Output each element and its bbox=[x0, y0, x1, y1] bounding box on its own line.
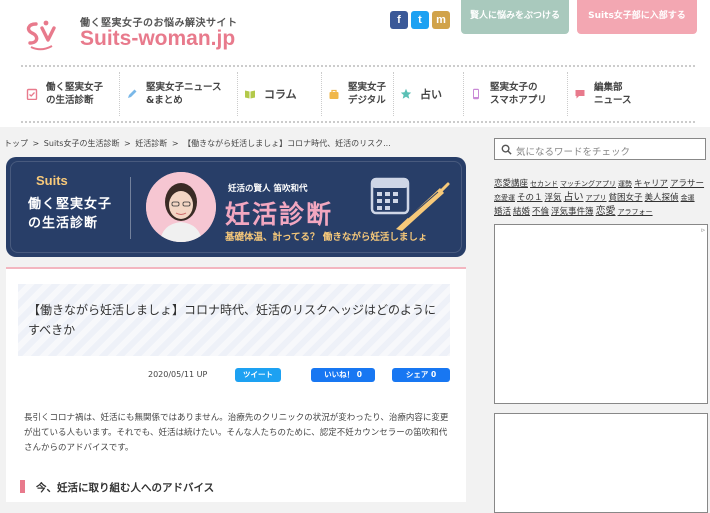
mixi-icon[interactable]: m bbox=[432, 11, 450, 29]
pencil-icon bbox=[128, 89, 137, 98]
facebook-like-button[interactable]: いいね！ 0 bbox=[311, 368, 375, 382]
tag-link[interactable]: 恋愛運 bbox=[494, 194, 515, 202]
series-banner[interactable]: Suits 働く堅実女子 の生活診断 妊活の賢人 笛吹和代 妊活診断 基礎体温、… bbox=[6, 157, 466, 257]
consult-sage-button[interactable]: 賢人に悩みをぶつける bbox=[461, 0, 569, 34]
nav-label: 編集部 ニュース bbox=[594, 82, 632, 106]
nav-label: 堅実女子 デジタル bbox=[348, 82, 387, 106]
publish-date: 2020/05/11 UP bbox=[148, 370, 208, 379]
nav-label: 占い bbox=[420, 87, 442, 101]
tag-link[interactable]: 恋愛 bbox=[596, 206, 616, 217]
tag-link[interactable]: 金運 bbox=[681, 194, 695, 202]
section-heading-text: 今、妊活に取り組む人へのアドバイス bbox=[36, 482, 215, 494]
nav-item-digital[interactable]: 堅実女子 デジタル bbox=[322, 72, 394, 116]
banner-suits-logo: Suits bbox=[36, 173, 68, 188]
nav-item-fortune[interactable]: 占い bbox=[394, 72, 464, 116]
tag-link[interactable]: 運勢 bbox=[618, 180, 632, 188]
logo-mark-icon bbox=[26, 20, 56, 51]
search-placeholder: 気になるワードをチェック bbox=[516, 147, 631, 158]
article-meta: 2020/05/11 UP ツイート いいね！ 0 シェア 0 bbox=[18, 368, 450, 382]
calendar-thermometer-icon bbox=[370, 177, 450, 231]
join-club-button[interactable]: Suits女子部に入部する bbox=[577, 0, 697, 34]
tag-link[interactable]: その１ bbox=[517, 193, 543, 203]
main-nav: 働く堅実女子 の生活診断 堅実女子ニュース &まとめ コラム 堅実女子 デジタル… bbox=[20, 72, 695, 116]
twitter-icon[interactable]: t bbox=[411, 11, 429, 29]
article-card: 【働きながら妊活しましょ】コロナ時代、妊活のリスクヘッジはどのようにすべきか 2… bbox=[6, 267, 466, 502]
article-lead: 長引くコロナ禍は、妊活にも無関係ではありません。治療先のクリニックの状況が変わっ… bbox=[24, 413, 449, 453]
site-brand: Suits-woman.jp bbox=[80, 27, 235, 51]
tag-link[interactable]: 恋愛講座 bbox=[494, 179, 528, 189]
tag-link[interactable]: 浮気事件簿 bbox=[551, 207, 594, 217]
brand-suits: Suits bbox=[80, 27, 132, 50]
tag-link[interactable]: セカンド bbox=[530, 180, 558, 188]
banner-series-title: 働く堅実女子 の生活診断 bbox=[28, 197, 113, 231]
nav-item-column[interactable]: コラム bbox=[238, 72, 322, 116]
tag-link[interactable]: 占い bbox=[564, 192, 584, 203]
divider-dots bbox=[20, 64, 695, 68]
tag-link[interactable]: 不倫 bbox=[532, 207, 549, 217]
phone-icon bbox=[473, 88, 479, 100]
site-header: 働く堅実女子のお悩み解決サイト Suits-woman.jp f t m 賢人に… bbox=[0, 0, 710, 127]
book-icon bbox=[245, 90, 255, 99]
star-icon bbox=[400, 88, 412, 99]
ad-slot-secondary[interactable] bbox=[494, 413, 708, 513]
tag-link[interactable]: アラサー bbox=[670, 179, 704, 189]
tag-link[interactable]: キャリア bbox=[634, 179, 668, 189]
social-links: f t m bbox=[390, 11, 450, 29]
nav-item-life-diagnosis[interactable]: 働く堅実女子 の生活診断 bbox=[20, 72, 120, 116]
tag-link[interactable]: アラフォー bbox=[618, 208, 653, 216]
sidebar: 気になるワードをチェック 恋愛講座 セカンド マッチングアプリ 運勢 キャリア アラサー恋… bbox=[484, 127, 710, 513]
tag-link[interactable]: 美人探偵 bbox=[645, 193, 679, 203]
banner-divider bbox=[130, 177, 131, 239]
heading-accent-bar bbox=[20, 480, 25, 493]
tag-link[interactable]: 浮気 bbox=[545, 193, 562, 203]
facebook-icon[interactable]: f bbox=[390, 11, 408, 29]
tag-link[interactable]: 貧困女子 bbox=[609, 193, 643, 203]
nav-label: 堅実女子ニュース &まとめ bbox=[146, 82, 222, 106]
article-title: 【働きながら妊活しましょ】コロナ時代、妊活のリスクヘッジはどのようにすべきか bbox=[28, 303, 437, 337]
breadcrumb-separator: > bbox=[124, 139, 131, 148]
brand-domain: woman.jp bbox=[138, 27, 236, 50]
banner-advisor-name: 妊活の賢人 笛吹和代 bbox=[228, 184, 308, 194]
nav-item-editor-news[interactable]: 編集部 ニュース bbox=[568, 72, 695, 116]
facebook-share-button[interactable]: シェア 0 bbox=[392, 368, 450, 382]
breadcrumb-category[interactable]: Suits女子の生活診断 bbox=[44, 139, 120, 148]
advisor-photo bbox=[146, 172, 216, 242]
breadcrumb-subcategory[interactable]: 妊活診断 bbox=[135, 139, 167, 148]
search-input[interactable]: 気になるワードをチェック bbox=[494, 138, 706, 160]
advisor-portrait-icon bbox=[146, 172, 216, 242]
breadcrumb-separator: > bbox=[171, 139, 179, 148]
nav-item-news[interactable]: 堅実女子ニュース &まとめ bbox=[120, 72, 238, 116]
tag-cloud: 恋愛講座 セカンド マッチングアプリ 運勢 キャリア アラサー恋愛運 その１ 浮気 占い アプリ貧… bbox=[494, 177, 708, 219]
ad-corner-icon: ▹ bbox=[701, 226, 705, 234]
search-icon bbox=[501, 144, 512, 155]
divider-dots bbox=[20, 120, 695, 124]
nav-label: 堅実女子の スマホアプリ bbox=[490, 82, 547, 106]
ad-slot[interactable]: ▹ bbox=[494, 224, 708, 404]
nav-label: 働く堅実女子 の生活診断 bbox=[46, 82, 104, 106]
site-logo[interactable]: 働く堅実女子のお悩み解決サイト Suits-woman.jp bbox=[22, 12, 252, 56]
share-label: シェア 0 bbox=[405, 370, 437, 379]
section-heading: 今、妊活に取り組む人へのアドバイス bbox=[20, 479, 450, 495]
breadcrumb-separator: > bbox=[32, 139, 40, 148]
breadcrumb-home[interactable]: トップ bbox=[4, 139, 28, 148]
breadcrumb: トップ > Suits女子の生活診断 > 妊活診断 > 【働きながら妊活しましょ… bbox=[4, 138, 393, 149]
tag-link[interactable]: アプリ bbox=[586, 194, 607, 202]
banner-main-title: 妊活診断 bbox=[225, 200, 334, 229]
tweet-button[interactable]: ツイート bbox=[235, 368, 281, 382]
bag-icon bbox=[329, 89, 339, 99]
tag-link[interactable]: マッチングアプリ bbox=[560, 180, 616, 188]
tag-link[interactable]: 結婚 bbox=[513, 207, 530, 217]
chat-icon bbox=[575, 90, 585, 99]
nav-label: コラム bbox=[264, 87, 297, 101]
tag-link[interactable]: 婚活 bbox=[494, 207, 511, 217]
like-label: いいね！ 0 bbox=[324, 370, 362, 379]
main-column: トップ > Suits女子の生活診断 > 妊活診断 > 【働きながら妊活しましょ… bbox=[0, 127, 480, 502]
article-title-box: 【働きながら妊活しましょ】コロナ時代、妊活のリスクヘッジはどのようにすべきか bbox=[18, 284, 450, 356]
nav-item-app[interactable]: 堅実女子の スマホアプリ bbox=[464, 72, 568, 116]
clipboard-icon bbox=[26, 88, 38, 100]
tweet-label: ツイート bbox=[243, 370, 273, 379]
breadcrumb-current: 【働きながら妊活しましょ】コロナ時代、妊活のリスク... bbox=[183, 139, 391, 148]
